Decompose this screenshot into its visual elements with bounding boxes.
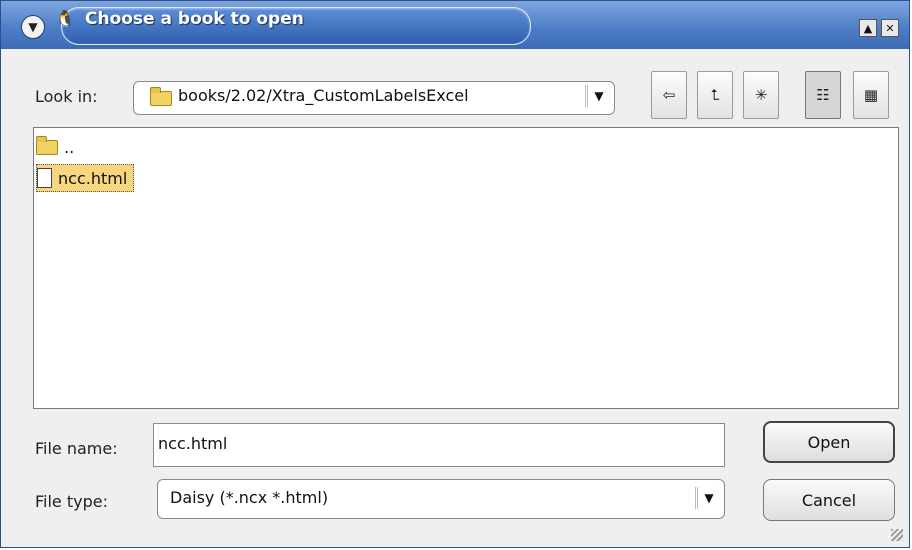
chevron-down-icon[interactable]: ▼	[585, 85, 610, 107]
close-button[interactable]: ✕	[881, 19, 899, 37]
file-name-input[interactable]: ncc.html	[153, 423, 725, 467]
back-button[interactable]: ⇦	[651, 71, 687, 119]
list-view-icon: ☷	[816, 86, 830, 104]
look-in-combo[interactable]: books/2.02/Xtra_CustomLabelsExcel ▼	[133, 81, 615, 115]
penguin-logo-icon: 🐧	[55, 9, 75, 28]
window-menu-button[interactable]: ▼	[21, 15, 45, 39]
chevron-down-icon: ▼	[28, 20, 38, 34]
resize-grip-icon[interactable]	[891, 529, 903, 541]
open-button[interactable]: Open	[763, 421, 895, 463]
new-folder-button[interactable]: ✳	[743, 71, 779, 119]
file-name: ncc.html	[58, 168, 128, 188]
file-name: ..	[64, 137, 75, 157]
look-in-label: Look in:	[35, 87, 98, 106]
new-folder-icon: ✳	[754, 86, 768, 104]
eject-icon: ▲	[863, 21, 873, 35]
arrow-left-icon: ⇦	[662, 86, 676, 104]
cancel-button[interactable]: Cancel	[763, 479, 895, 521]
folder-icon	[150, 87, 172, 106]
chevron-down-icon[interactable]: ▼	[695, 487, 720, 509]
title-bar[interactable]: ▼ 🐧 Choose a book to open ▲ ✕	[1, 1, 909, 49]
close-icon: ✕	[885, 21, 895, 35]
file-type-combo[interactable]: Daisy (*.ncx *.html) ▼	[157, 479, 725, 519]
look-in-path: books/2.02/Xtra_CustomLabelsExcel	[178, 86, 469, 105]
folder-up-icon: ⮤	[710, 86, 720, 104]
folder-icon	[36, 135, 58, 155]
file-list[interactable]: .. ncc.html	[33, 127, 899, 409]
window-title: Choose a book to open	[85, 9, 304, 29]
file-name-label: File name:	[35, 439, 118, 458]
list-item[interactable]: ncc.html	[36, 164, 135, 192]
file-icon	[37, 168, 52, 188]
list-item[interactable]: ..	[36, 134, 74, 160]
parent-folder-button[interactable]: ⮤	[697, 71, 733, 119]
list-view-button[interactable]: ☷	[805, 71, 841, 119]
file-type-label: File type:	[35, 492, 108, 511]
file-dialog-window: ▼ 🐧 Choose a book to open ▲ ✕ Look in: b…	[0, 0, 910, 548]
file-type-value: Daisy (*.ncx *.html)	[170, 488, 329, 507]
maximize-button[interactable]: ▲	[859, 19, 877, 37]
detail-view-button[interactable]: ▦	[853, 71, 889, 119]
detail-view-icon: ▦	[863, 86, 879, 104]
